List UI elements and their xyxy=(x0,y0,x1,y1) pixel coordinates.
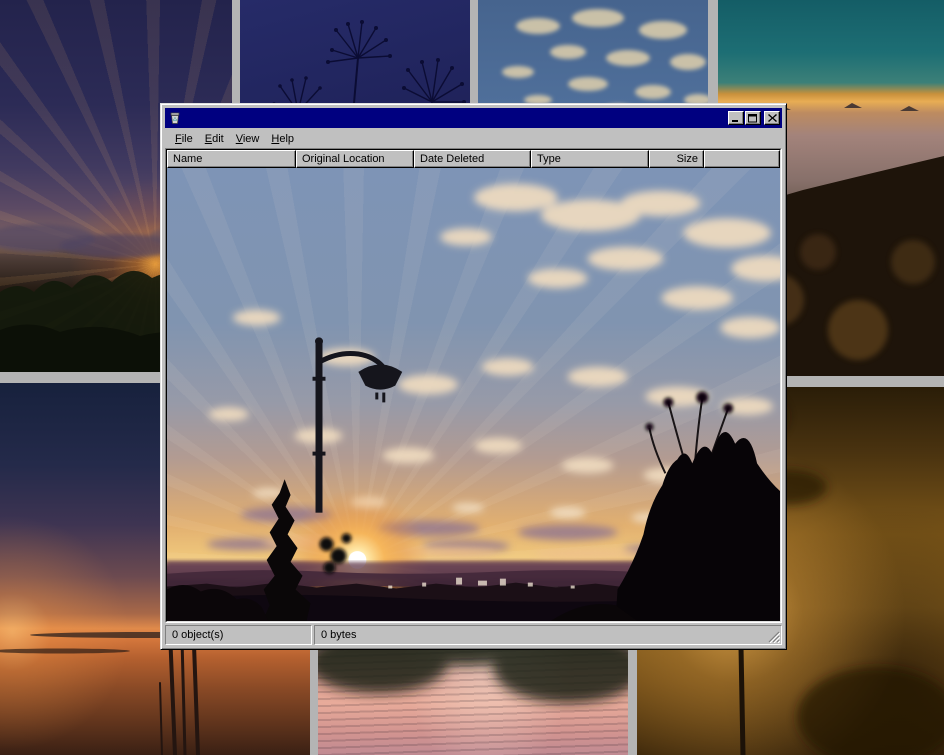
menu-bar: File Edit View Help xyxy=(165,129,782,148)
column-header-empty[interactable] xyxy=(704,150,780,168)
column-header-row: Name Original Location Date Deleted Type… xyxy=(167,150,780,168)
window-content-photo[interactable] xyxy=(167,168,780,621)
list-view[interactable]: Name Original Location Date Deleted Type… xyxy=(166,149,781,622)
maximize-icon xyxy=(748,114,758,123)
column-header-original-location[interactable]: Original Location xyxy=(296,150,414,168)
close-icon xyxy=(768,114,777,122)
list-view-frame: Name Original Location Date Deleted Type… xyxy=(165,148,782,623)
minimize-icon xyxy=(731,114,741,123)
title-bar[interactable] xyxy=(165,108,782,128)
minimize-button[interactable] xyxy=(728,111,744,125)
menu-item-view[interactable]: View xyxy=(230,131,266,147)
status-pane-objects: 0 object(s) xyxy=(165,625,312,645)
column-header-date-deleted[interactable]: Date Deleted xyxy=(414,150,531,168)
menu-item-edit[interactable]: Edit xyxy=(199,131,230,147)
recycle-bin-icon xyxy=(167,110,183,126)
column-header-type[interactable]: Type xyxy=(531,150,649,168)
column-header-size[interactable]: Size xyxy=(649,150,704,168)
close-button[interactable] xyxy=(764,111,780,125)
menu-item-file[interactable]: File xyxy=(169,131,199,147)
resize-grip[interactable] xyxy=(768,631,780,643)
recycle-bin-window: File Edit View Help Name Original Locati… xyxy=(160,103,787,650)
maximize-button[interactable] xyxy=(745,111,761,125)
sunset-photo-graphics xyxy=(167,168,780,621)
status-bar: 0 object(s) 0 bytes xyxy=(165,625,782,645)
desktop-background: File Edit View Help Name Original Locati… xyxy=(0,0,944,755)
menu-item-help[interactable]: Help xyxy=(265,131,300,147)
status-pane-bytes: 0 bytes xyxy=(314,625,782,645)
column-header-name[interactable]: Name xyxy=(167,150,296,168)
status-bytes-text: 0 bytes xyxy=(321,629,356,641)
